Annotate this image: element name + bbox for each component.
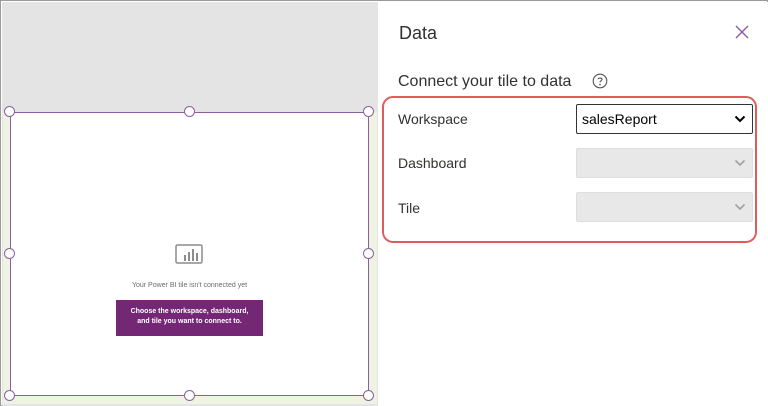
choose-tile-button-line2: and tile you want to connect to. [137,318,242,325]
power-bi-report-icon [175,244,203,264]
workspace-select[interactable]: salesReport [576,104,753,134]
choose-tile-button[interactable]: Choose the workspace, dashboard, and til… [116,300,263,336]
tile-select[interactable] [576,192,753,222]
tile-label: Tile [398,200,421,216]
workspace-select-value: salesReport [582,111,657,127]
resize-handle-bottom-left[interactable] [4,390,15,401]
resize-handle-left[interactable] [4,248,15,259]
tile-not-connected-message: Your Power BI tile isn't connected yet [131,282,248,289]
resize-handle-top-left[interactable] [4,106,15,117]
help-icon[interactable] [592,73,608,89]
screenshot-frame: Your Power BI tile isn't connected yet C… [0,0,768,406]
connect-subtitle: Connect your tile to data [398,73,572,90]
chevron-down-icon [734,203,746,211]
resize-handle-bottom[interactable] [184,390,195,401]
close-icon[interactable] [734,24,750,40]
dashboard-select[interactable] [576,148,753,178]
chevron-down-icon [734,159,746,167]
pane-title: Data [399,23,438,43]
resize-handle-bottom-right[interactable] [363,390,374,401]
choose-tile-button-line1: Choose the workspace, dashboard, [130,308,249,315]
resize-handle-top[interactable] [184,106,195,117]
dashboard-label: Dashboard [398,155,467,171]
workspace-label: Workspace [398,111,468,127]
resize-handle-top-right[interactable] [363,106,374,117]
chevron-down-icon [734,115,746,123]
resize-handle-right[interactable] [363,248,374,259]
